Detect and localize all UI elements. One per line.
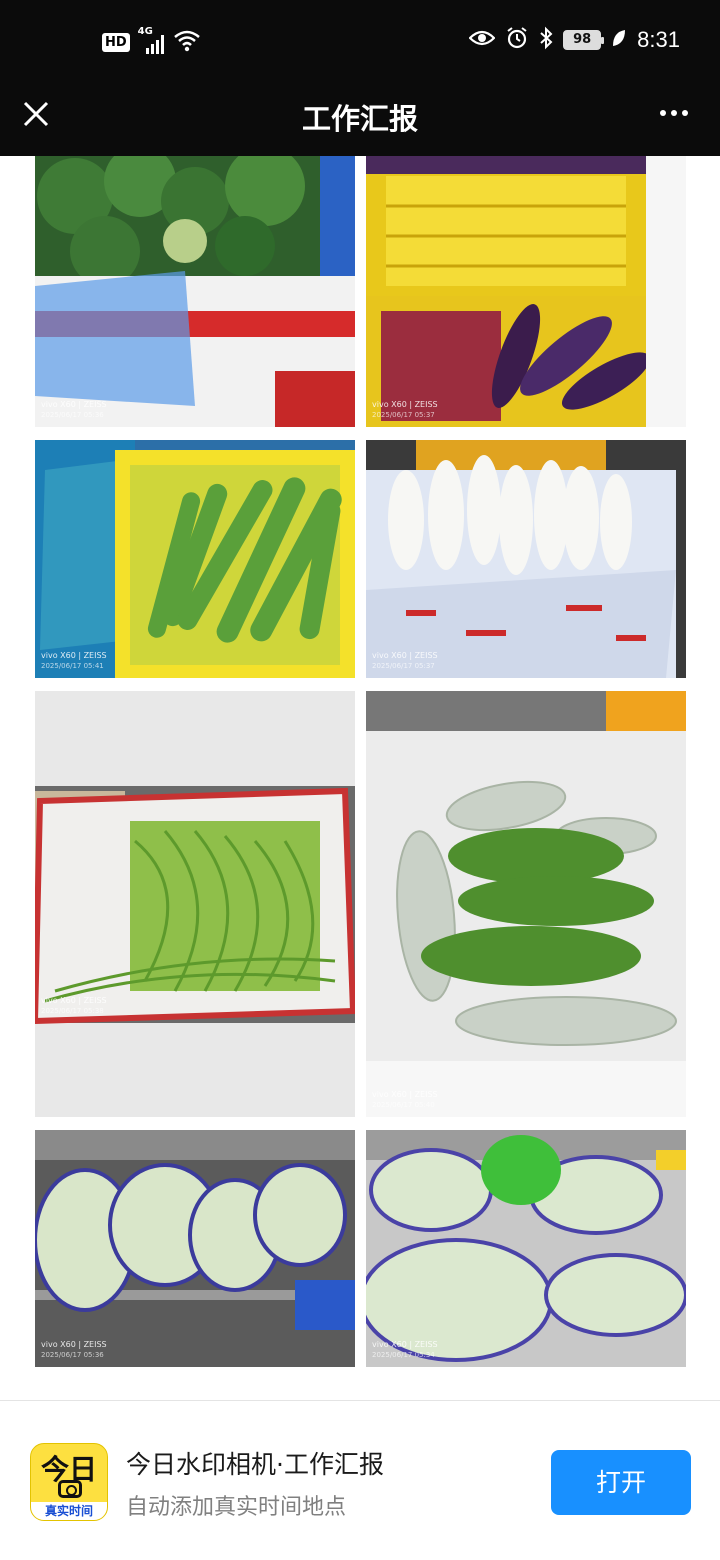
more-icon[interactable] [654, 98, 694, 128]
photo-watermark: vivo X60 | ZEISS 2025/06/17 05:38 [41, 996, 107, 1015]
app-icon-tag: 真实时间 [31, 1502, 107, 1520]
photo-watermark: vivo X60 | ZEISS 2025/06/17 05:40 [372, 1090, 438, 1109]
photo-watermark: vivo X60 | ZEISS 2025/06/17 05:36 [41, 1340, 107, 1359]
app-description: 自动添加真实时间地点 [126, 1495, 347, 1520]
camera-icon [58, 1480, 82, 1498]
app-name: 今日水印相机·工作汇报 [126, 1450, 384, 1479]
photo-long-beans[interactable]: vivo X60 | ZEISS 2025/06/17 05:38 [35, 691, 355, 1117]
battery-icon: 98 [563, 30, 605, 50]
app-logo-icon[interactable]: 今日 真实时间 [30, 1443, 108, 1521]
bluetooth-icon [539, 26, 553, 54]
eye-icon [468, 28, 496, 52]
photo-broccoli[interactable]: vivo X60 | ZEISS 2025/06/17 05:36 [35, 156, 355, 427]
open-app-button[interactable]: 打开 [551, 1450, 691, 1515]
photo-grid: vivo X60 | ZEISS 2025/06/17 05:36 vivo X6… [0, 156, 720, 1400]
photo-watermark: vivo X60 | ZEISS 2025/06/17 05:34 [372, 1340, 438, 1359]
clock-time: 8:31 [637, 27, 680, 52]
nav-bar: 工作汇报 [0, 84, 720, 156]
photo-zucchini[interactable]: vivo X60 | ZEISS 2025/06/17 05:40 [366, 691, 686, 1117]
app-promo-banner: 今日 真实时间 今日水印相机·工作汇报 自动添加真实时间地点 打开 [0, 1400, 720, 1560]
wifi-icon [172, 28, 202, 56]
page-title: 工作汇报 [301, 102, 418, 136]
photo-watermark: vivo X60 | ZEISS 2025/06/17 05:37 [372, 651, 438, 670]
photo-radish[interactable]: vivo X60 | ZEISS 2025/06/17 05:37 [366, 440, 686, 678]
photo-bagged-greens[interactable]: vivo X60 | ZEISS 2025/06/17 05:36 [35, 1130, 355, 1367]
photo-bagged-cabbage[interactable]: vivo X60 | ZEISS 2025/06/17 05:34 [366, 1130, 686, 1367]
photo-cucumber[interactable]: vivo X60 | ZEISS 2025/06/17 05:41 [35, 440, 355, 678]
signal-icon: 4G [138, 26, 164, 54]
hd-icon: HD [102, 32, 130, 52]
alarm-icon [505, 26, 529, 54]
photo-watermark: vivo X60 | ZEISS 2025/06/17 05:41 [41, 651, 107, 670]
photo-eggplant[interactable]: vivo X60 | ZEISS 2025/06/17 05:37 [366, 156, 686, 427]
photo-watermark: vivo X60 | ZEISS 2025/06/17 05:37 [372, 400, 438, 419]
leaf-icon [611, 28, 627, 52]
status-bar: HD 4G 98 8:31 [0, 0, 720, 84]
photo-watermark: vivo X60 | ZEISS 2025/06/17 05:36 [41, 400, 107, 419]
